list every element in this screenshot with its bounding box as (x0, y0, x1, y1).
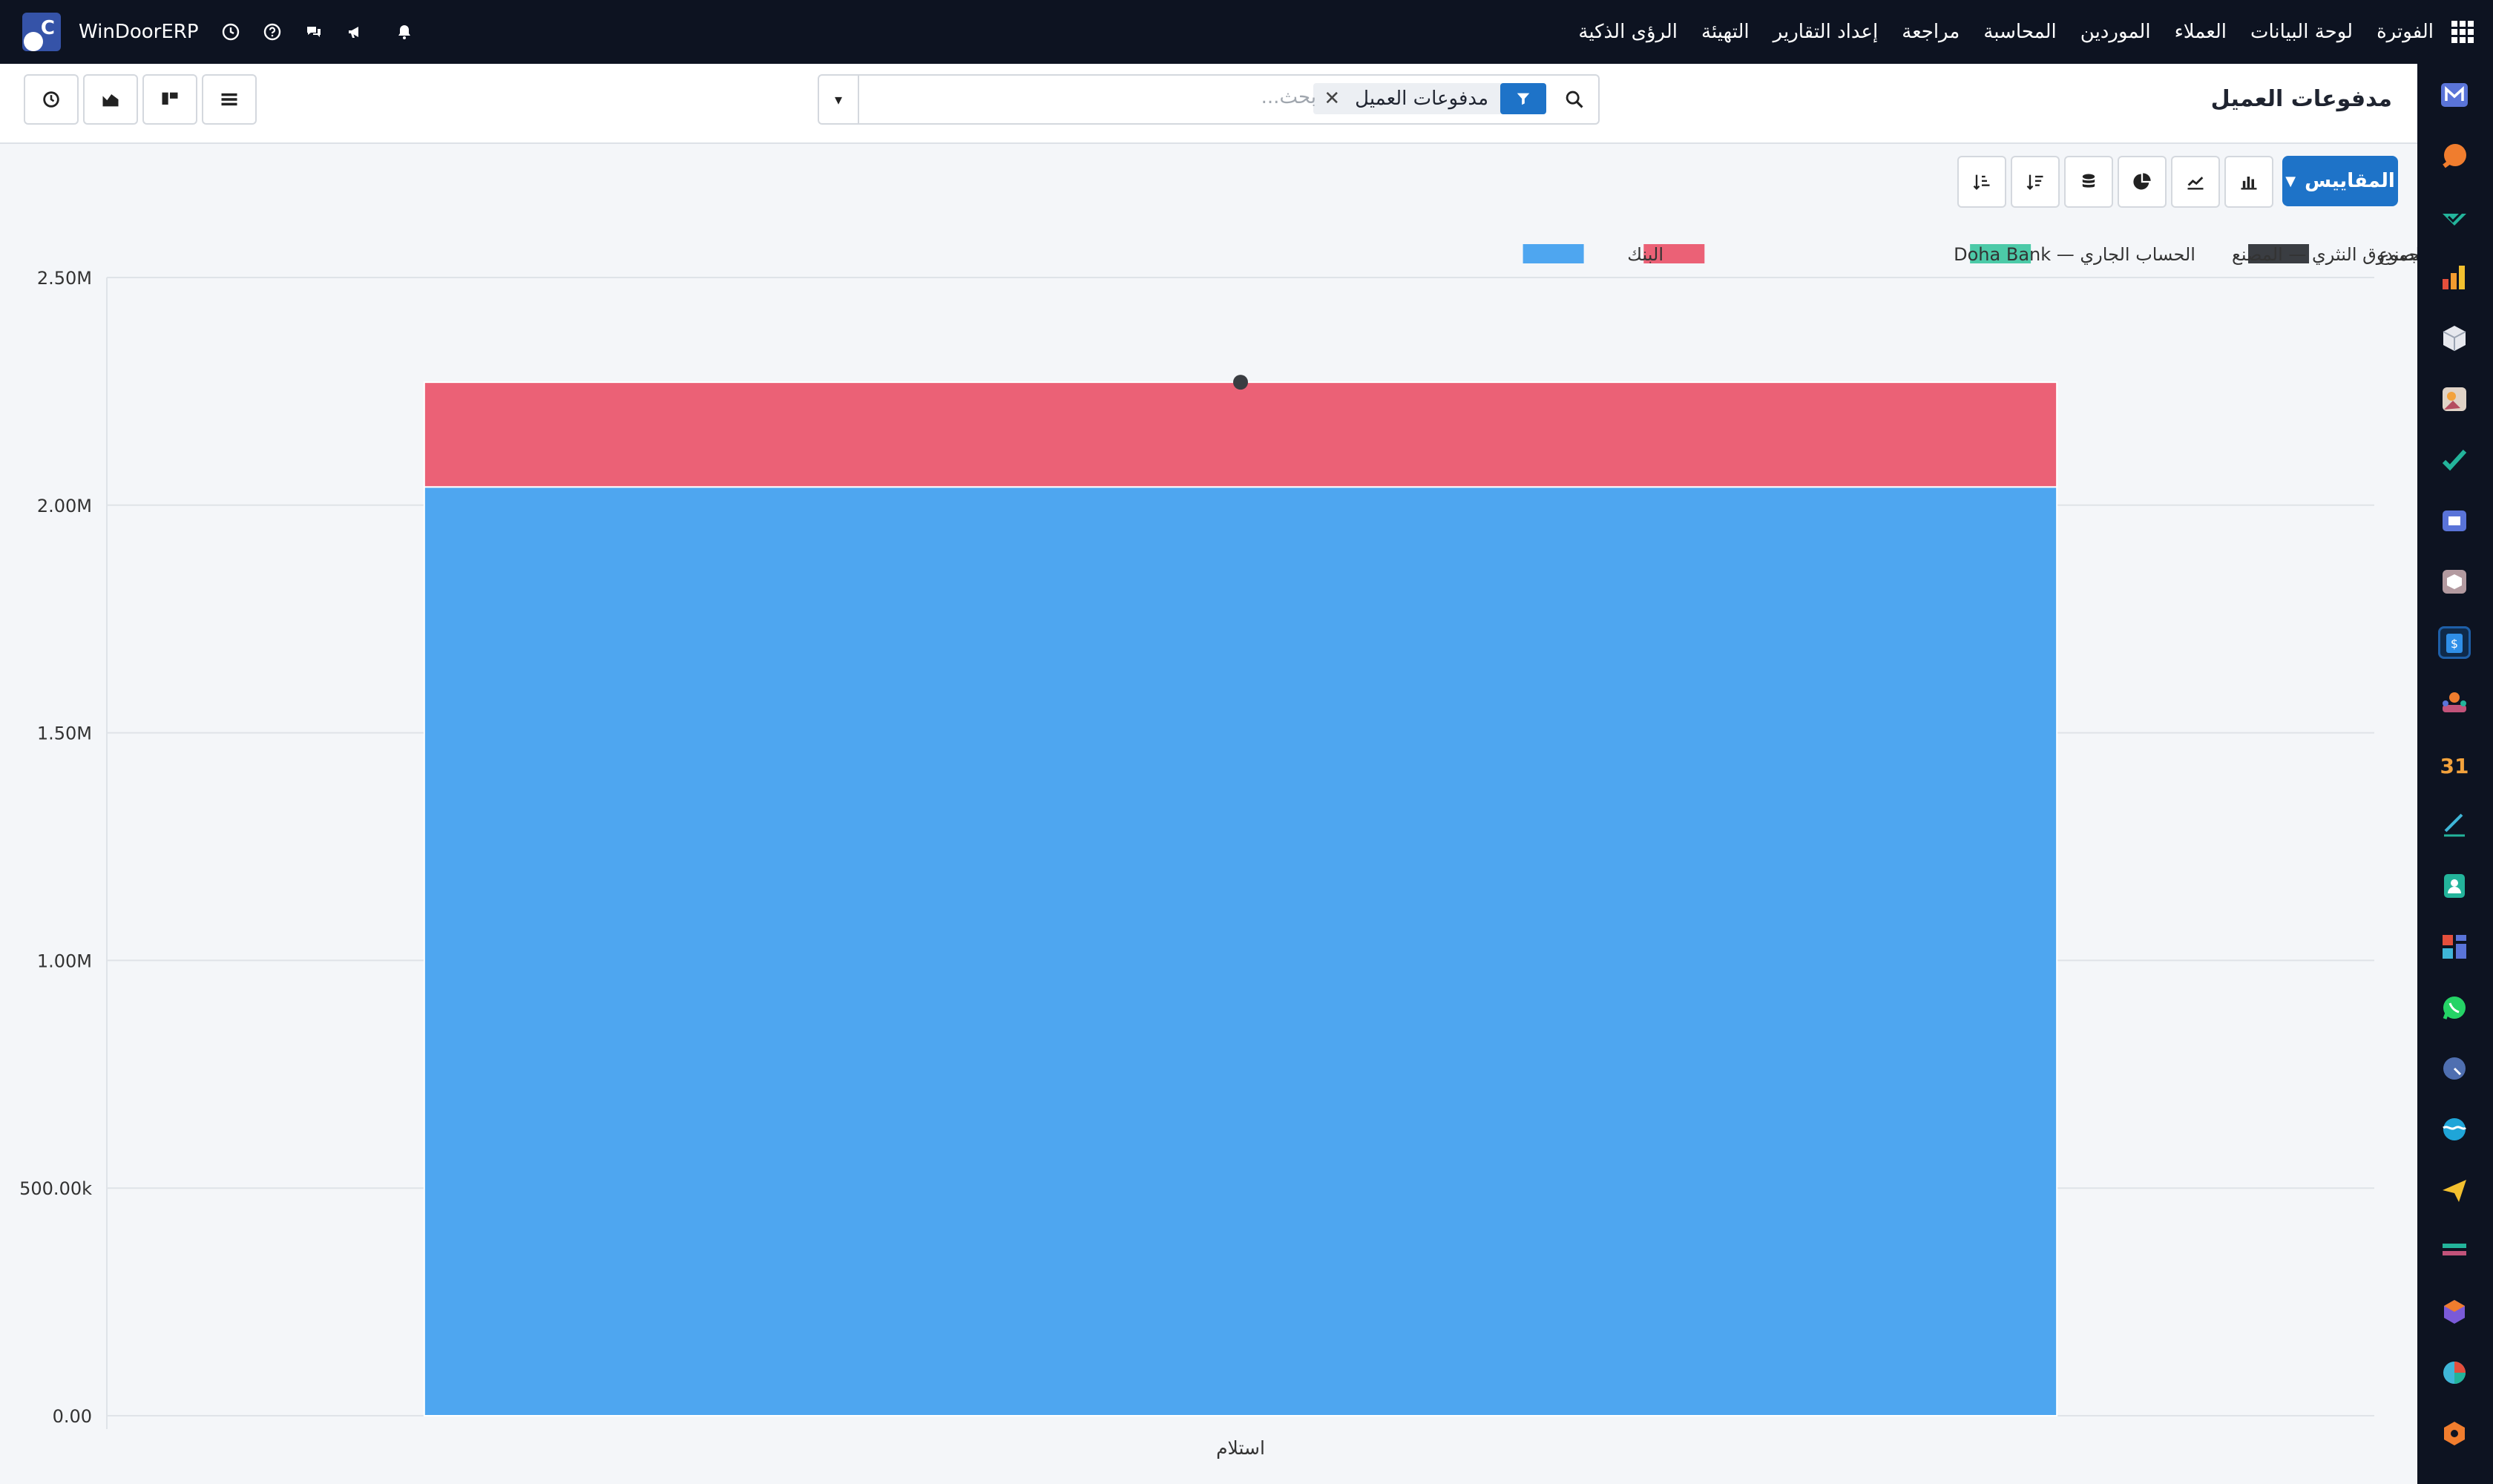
nav-reporting[interactable]: إعداد التقارير (1773, 21, 1879, 43)
search-icon[interactable] (1551, 76, 1598, 123)
line-chart-button[interactable] (2171, 156, 2220, 208)
app-waves-icon[interactable] (2438, 1113, 2471, 1146)
bell-icon[interactable] (395, 22, 414, 42)
nav-dashboard[interactable]: لوحة البيانات (2250, 21, 2353, 43)
app-contacts-icon[interactable] (2438, 870, 2471, 902)
legend-label: الحساب الجاري — Doha Bank (1954, 244, 2195, 265)
control-panel: مدفوعات العميل مدفوعات العميل ✕ بحث... ▾ (0, 64, 2417, 144)
company-logo[interactable]: C (22, 13, 61, 51)
sort-descending-button[interactable] (2011, 156, 2060, 208)
app-pie-icon[interactable] (2438, 1356, 2471, 1389)
app-book-icon[interactable] (2438, 505, 2471, 537)
app-project-icon[interactable] (2438, 1417, 2471, 1450)
page-title: مدفوعات العميل (2210, 86, 2392, 112)
app-whatsapp-icon[interactable] (2438, 991, 2471, 1024)
app-team-icon[interactable] (2438, 687, 2471, 720)
app-cube-icon[interactable] (2438, 322, 2471, 355)
y-tick-label: 1.00M (37, 951, 92, 971)
search-facet[interactable]: مدفوعات العميل ✕ (1313, 83, 1546, 114)
graph-toolbar (1953, 156, 2273, 208)
measures-dropdown[interactable]: المقاييس ▼ (2282, 156, 2398, 206)
kanban-view-button[interactable] (142, 74, 197, 125)
app-todo-icon[interactable] (2438, 444, 2471, 476)
app-payments-icon[interactable]: $ (2438, 626, 2471, 659)
app-dashboard-icon[interactable] (2438, 930, 2471, 963)
nav-accounting[interactable]: المحاسبة (1983, 21, 2056, 43)
nav-insights[interactable]: الرؤى الذكية (1578, 21, 1678, 43)
remove-facet-icon[interactable]: ✕ (1313, 88, 1343, 110)
app-calendar-icon[interactable]: 31 (2438, 748, 2471, 781)
measures-label: المقاييس (2305, 170, 2395, 192)
facet-label: مدفوعات العميل (1355, 88, 1488, 110)
bar-segment (423, 381, 2058, 488)
search-placeholder[interactable]: بحث... (1261, 86, 1316, 108)
app-sign-icon[interactable] (2438, 809, 2471, 841)
activity-view-button[interactable] (24, 74, 79, 125)
nav-vendors[interactable]: الموردين (2080, 21, 2151, 43)
list-view-button[interactable] (202, 74, 257, 125)
logo-dot (24, 32, 43, 51)
legend-swatch (1523, 244, 1584, 263)
view-switcher (24, 74, 261, 125)
graph-view-button[interactable] (83, 74, 138, 125)
svg-text:$: $ (2451, 637, 2458, 651)
filter-icon (1500, 83, 1546, 114)
top-navbar: C WinDoorERP الفوترة لوحة البيانات العمل… (0, 0, 2493, 64)
apps-sidebar: $ 31 (2417, 64, 2493, 1484)
nav-configuration[interactable]: التهيئة (1701, 21, 1750, 43)
megaphone-icon[interactable] (346, 22, 365, 42)
app-package-icon[interactable] (2438, 565, 2471, 598)
legend-label: البنك (1627, 244, 1663, 265)
brand-name[interactable]: WinDoorERP (79, 21, 199, 43)
caret-down-icon: ▼ (2285, 173, 2296, 189)
y-tick-label: 2.00M (37, 496, 92, 516)
y-tick-label: 1.50M (37, 723, 92, 744)
app-discuss-icon[interactable] (2438, 139, 2471, 172)
legend-label: الصندوق النثري — المصنع (2232, 244, 2417, 265)
bar-segment (423, 486, 2058, 1417)
app-check-icon[interactable] (2438, 200, 2471, 233)
app-photo-icon[interactable] (2438, 383, 2471, 416)
clock-icon[interactable] (221, 22, 240, 42)
sort-ascending-button[interactable] (1957, 156, 2006, 208)
svg-text:31: 31 (2440, 754, 2469, 778)
y-tick-label: 0.00 (53, 1406, 92, 1427)
stacked-toggle-button[interactable] (2064, 156, 2113, 208)
app-send-icon[interactable] (2438, 1174, 2471, 1206)
help-icon[interactable] (263, 22, 282, 42)
search-bar[interactable]: مدفوعات العميل ✕ بحث... ▾ (818, 74, 1600, 125)
y-tick-label: 500.00k (19, 1178, 92, 1199)
apps-menu-icon[interactable] (2451, 21, 2474, 43)
app-gauge-icon[interactable] (2438, 1052, 2471, 1085)
nav-review[interactable]: مراجعة (1902, 21, 1960, 43)
payments-chart: 0.00500.00k1.00M1.50M2.00M2.50Mاستلامالم… (19, 244, 2417, 1459)
nav-customers[interactable]: العملاء (2175, 21, 2227, 43)
y-tick-label: 2.50M (37, 268, 92, 289)
bar-chart-button[interactable] (2224, 156, 2273, 208)
app-sales-icon[interactable] (2438, 261, 2471, 294)
app-mail-icon[interactable] (2438, 79, 2471, 111)
search-options-toggle[interactable]: ▾ (819, 76, 859, 123)
logo-letter: C (40, 17, 55, 39)
app-card-icon[interactable] (2438, 1235, 2471, 1267)
x-tick-label: استلام (1216, 1437, 1265, 1459)
chat-icon[interactable] (304, 22, 323, 42)
app-hexagon-icon[interactable] (2438, 1296, 2471, 1328)
pie-chart-button[interactable] (2118, 156, 2167, 208)
nav-invoicing[interactable]: الفوترة (2377, 21, 2434, 43)
total-point (1233, 375, 1248, 390)
